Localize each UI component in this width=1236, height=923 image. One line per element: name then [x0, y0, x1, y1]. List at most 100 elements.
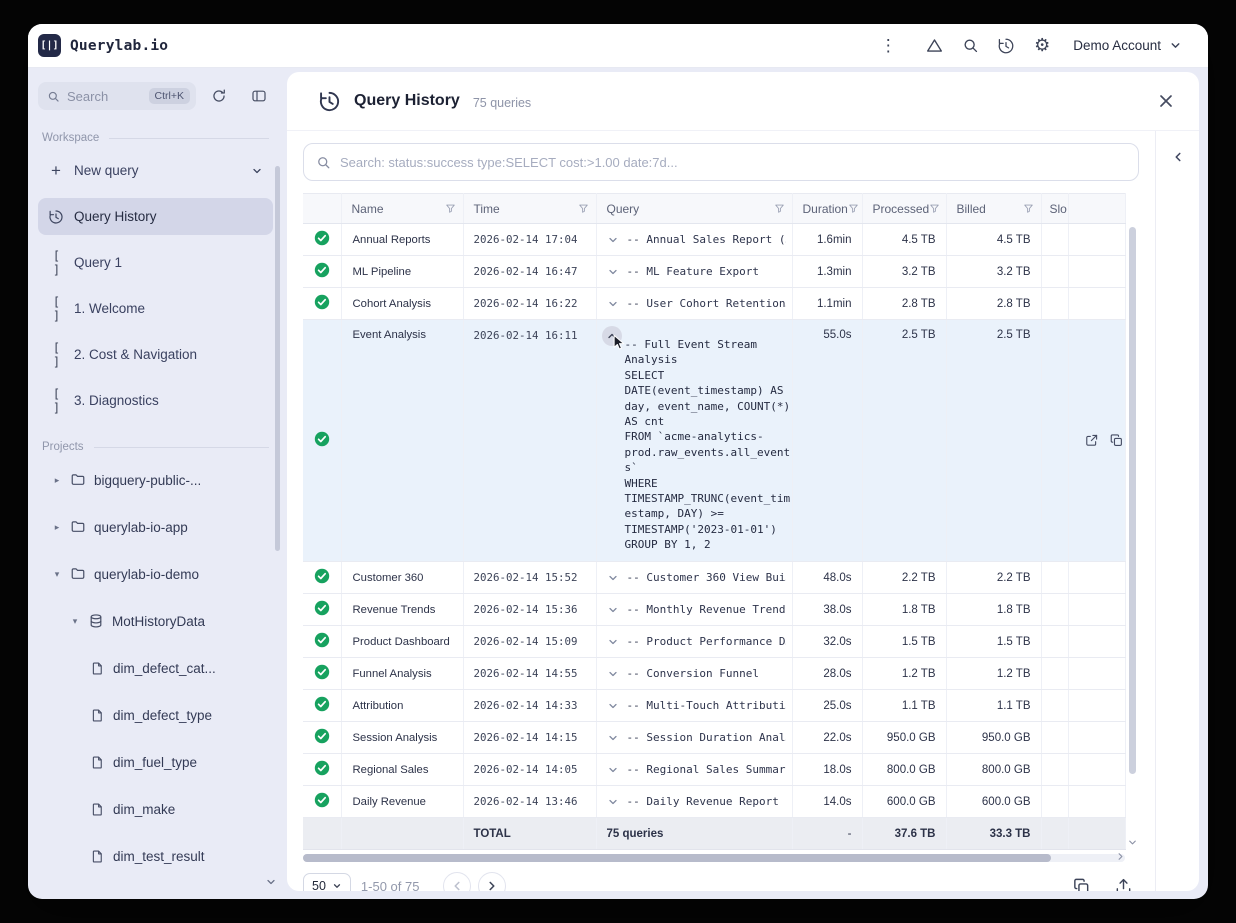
table-item-dim-defect-type[interactable]: dim_defect_type	[38, 696, 273, 734]
query-row[interactable]: Funnel Analysis2026-02-14 14:55-- Conver…	[303, 658, 1125, 690]
alert-triangle-icon[interactable]	[917, 29, 951, 63]
slot-column-header[interactable]: Slo	[1041, 194, 1068, 224]
table-item-dim-fuel-type[interactable]: dim_fuel_type	[38, 743, 273, 781]
query-row-expanded[interactable]: Event Analysis 2026-02-14 16:11 -- Full …	[303, 320, 1125, 562]
scrollbar-thumb[interactable]	[1129, 227, 1136, 774]
query-row[interactable]: ML Pipeline2026-02-14 16:47-- ML Feature…	[303, 256, 1125, 288]
filter-icon[interactable]	[929, 203, 940, 214]
query-cell: -- Multi-Touch Attributi…	[596, 690, 792, 722]
sidebar-item-cost-navigation[interactable]: [ ] 2. Cost & Navigation	[38, 336, 273, 373]
expand-chevron-icon[interactable]	[605, 570, 621, 586]
file-icon	[90, 708, 105, 723]
page-title: Query History	[354, 92, 460, 110]
query-row[interactable]: Daily Revenue2026-02-14 13:46-- Daily Re…	[303, 786, 1125, 818]
sidebar-search[interactable]: Search Ctrl+K	[38, 82, 196, 110]
query-row[interactable]: Cohort Analysis2026-02-14 16:22-- User C…	[303, 288, 1125, 320]
copy-results-icon[interactable]	[1065, 870, 1097, 891]
expand-chevron-icon[interactable]	[605, 296, 621, 312]
sidebar-toggle-icon[interactable]	[245, 82, 273, 110]
history-icon[interactable]	[989, 29, 1023, 63]
new-query-button[interactable]: + New query	[38, 152, 273, 189]
name-column-header[interactable]: Name	[341, 194, 463, 224]
row-actions-cell	[1068, 320, 1125, 562]
sidebar-item-query-history[interactable]: Query History	[38, 198, 273, 235]
processed-column-header[interactable]: Processed	[862, 194, 946, 224]
sidebar-item-welcome[interactable]: [ ] 1. Welcome	[38, 290, 273, 327]
chevron-down-icon	[1169, 39, 1182, 52]
query-cell-expanded: -- Full Event Stream Analysis SELECT DAT…	[596, 320, 792, 562]
dataset-item-mothistorydata[interactable]: ▾ MotHistoryData	[38, 602, 273, 640]
chevron-down-icon	[251, 165, 263, 177]
time-column-header[interactable]: Time	[463, 194, 596, 224]
total-duration: -	[792, 818, 862, 850]
query-history-panel: Query History 75 queries	[287, 72, 1199, 891]
scrollbar-thumb[interactable]	[303, 854, 1051, 862]
export-icon[interactable]	[1107, 870, 1139, 891]
project-item-querylab-io-demo[interactable]: ▾ querylab-io-demo	[38, 555, 273, 593]
filter-icon[interactable]	[774, 203, 785, 214]
table-item-dim-test-result[interactable]: dim_test_result	[38, 837, 273, 875]
open-external-icon[interactable]	[1083, 432, 1101, 450]
query-row[interactable]: Revenue Trends2026-02-14 15:36-- Monthly…	[303, 594, 1125, 626]
project-item-bigquery-public[interactable]: ▸ bigquery-public-...	[38, 461, 273, 499]
duration-cell: 18.0s	[792, 754, 862, 786]
scroll-right-icon	[1115, 851, 1126, 862]
status-success-icon	[314, 230, 330, 246]
copy-icon[interactable]	[1108, 432, 1126, 450]
history-search-input[interactable]	[340, 155, 1126, 170]
query-row[interactable]: Annual Reports2026-02-14 17:04-- Annual …	[303, 224, 1125, 256]
history-icon	[48, 209, 64, 225]
query-row[interactable]: Regional Sales2026-02-14 14:05-- Regiona…	[303, 754, 1125, 786]
expand-chevron-icon[interactable]	[605, 602, 621, 618]
prev-page-button[interactable]	[443, 872, 471, 891]
collapse-panel-button[interactable]	[1165, 144, 1191, 170]
processed-cell: 1.1 TB	[862, 690, 946, 722]
expand-chevron-icon[interactable]	[605, 264, 621, 280]
billed-column-header[interactable]: Billed	[946, 194, 1041, 224]
query-row[interactable]: Customer 3602026-02-14 15:52-- Customer …	[303, 562, 1125, 594]
account-menu[interactable]: Demo Account	[1073, 38, 1182, 53]
search-icon[interactable]	[953, 29, 987, 63]
status-success-icon	[314, 760, 330, 776]
query-row[interactable]: Attribution2026-02-14 14:33-- Multi-Touc…	[303, 690, 1125, 722]
query-history-table: Name Time Query Duration Processed Bille…	[303, 193, 1126, 850]
vertical-scrollbar[interactable]	[1129, 225, 1137, 846]
settings-gear-icon[interactable]: ⚙	[1025, 29, 1059, 63]
status-cell	[303, 722, 341, 754]
expand-chevron-icon[interactable]	[605, 698, 621, 714]
duration-cell: 55.0s	[792, 320, 862, 562]
query-row[interactable]: Product Dashboard2026-02-14 15:09-- Prod…	[303, 626, 1125, 658]
expand-chevron-icon[interactable]	[605, 634, 621, 650]
query-column-header[interactable]: Query	[596, 194, 792, 224]
duration-column-header[interactable]: Duration	[792, 194, 862, 224]
filter-icon[interactable]	[445, 203, 456, 214]
filter-icon[interactable]	[578, 203, 589, 214]
sidebar-item-diagnostics[interactable]: [ ] 3. Diagnostics	[38, 382, 273, 419]
horizontal-scrollbar[interactable]	[303, 854, 1125, 862]
sidebar-scrollbar[interactable]	[275, 166, 280, 551]
expand-chevron-icon[interactable]	[605, 762, 621, 778]
query-row[interactable]: Session Analysis2026-02-14 14:15-- Sessi…	[303, 722, 1125, 754]
filler-column-header	[1068, 194, 1125, 224]
processed-cell: 600.0 GB	[862, 786, 946, 818]
duration-cell: 1.6min	[792, 224, 862, 256]
project-item-querylab-io-app[interactable]: ▸ querylab-io-app	[38, 508, 273, 546]
page-size-select[interactable]: 50	[303, 873, 351, 891]
filter-icon[interactable]	[1023, 203, 1034, 214]
file-icon	[90, 661, 105, 676]
table-item-dim-defect-cat[interactable]: dim_defect_cat...	[38, 649, 273, 687]
filter-icon[interactable]	[848, 203, 859, 214]
refresh-icon[interactable]	[205, 82, 233, 110]
expand-chevron-icon[interactable]	[605, 730, 621, 746]
close-icon[interactable]	[1151, 86, 1181, 116]
filler-cell	[1068, 754, 1125, 786]
kebab-menu-icon[interactable]: ⋮	[871, 29, 905, 63]
table-item-dim-make[interactable]: dim_make	[38, 790, 273, 828]
slot-cell	[1041, 320, 1068, 562]
next-page-button[interactable]	[478, 872, 506, 891]
scroll-more-icon[interactable]	[265, 875, 277, 893]
expand-chevron-icon[interactable]	[605, 232, 621, 248]
expand-chevron-icon[interactable]	[605, 666, 621, 682]
sidebar-item-query-1[interactable]: [ ] Query 1	[38, 244, 273, 281]
expand-chevron-icon[interactable]	[605, 794, 621, 810]
